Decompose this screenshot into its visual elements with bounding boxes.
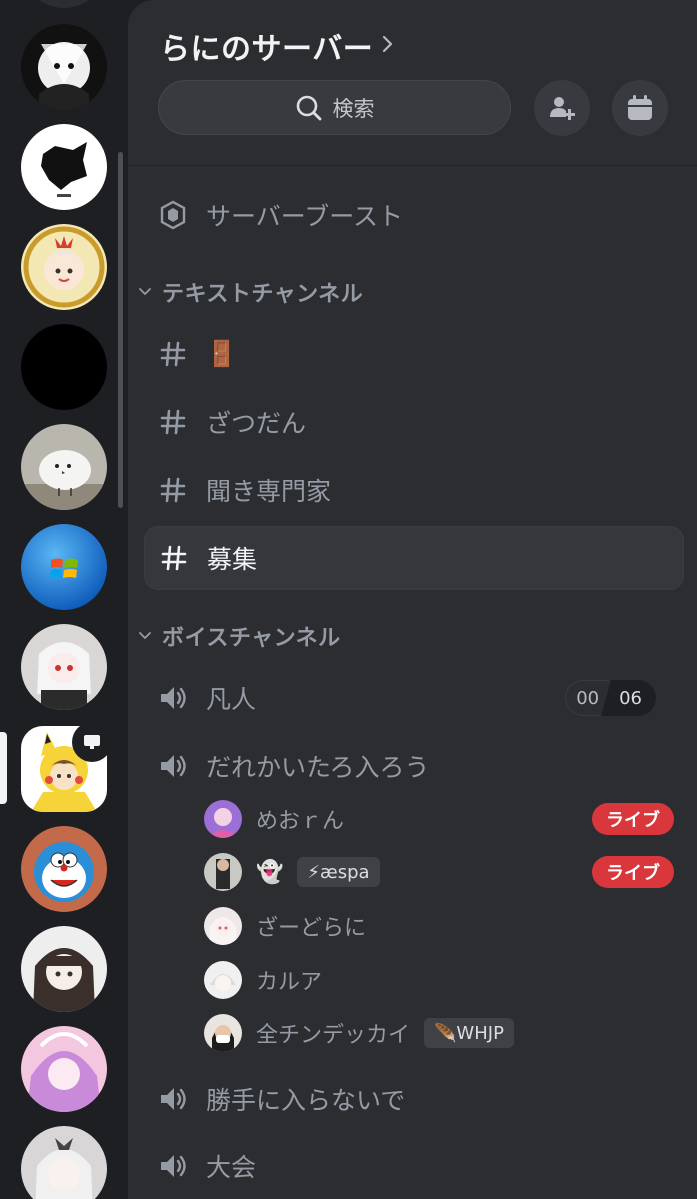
channel-label: 募集 (207, 545, 258, 574)
channel-label: 凡人 (206, 685, 257, 714)
live-badge: ライブ (592, 803, 674, 835)
voice-user-name: カルア (256, 970, 323, 995)
clan-tag: 🪶WHJP (424, 1018, 514, 1048)
channel-door[interactable]: 🚪 (144, 322, 684, 386)
rail-scrollbar[interactable] (118, 152, 123, 508)
channel-zatsudan[interactable]: ざつだん (144, 390, 684, 454)
channel-listeners[interactable]: 聞き専門家 (144, 458, 684, 522)
chevron-right-icon[interactable] (378, 32, 398, 56)
server-icon[interactable] (21, 826, 107, 912)
server-icon[interactable] (21, 926, 107, 1012)
user-limit-badge: 00 06 (565, 680, 656, 716)
server-icon[interactable] (21, 124, 107, 210)
voice-user-name: めおｒん (256, 809, 345, 834)
category-label: ボイスチャンネル (162, 626, 341, 651)
voice-user-name: 👻 (256, 859, 284, 885)
boost-gem-icon (160, 200, 186, 230)
voice-user-name: ざーどらに (256, 916, 367, 941)
user-count: 00 (565, 680, 610, 716)
voice-channel-taikai[interactable]: 大会 (144, 1134, 684, 1198)
chevron-down-icon (139, 288, 151, 296)
speaker-icon (161, 1088, 186, 1110)
voice-channel-bonjin[interactable]: 凡人 00 06 (144, 666, 684, 730)
channel-label: 勝手に入らないで (206, 1086, 406, 1115)
voice-user[interactable]: めおｒん ライブ (204, 797, 674, 841)
voice-user[interactable]: ざーどらに (204, 904, 674, 948)
live-stream-badge (72, 722, 112, 762)
channel-label: だれかいたろ入ろう (206, 753, 430, 782)
calendar-icon (628, 95, 652, 120)
voice-user[interactable]: 全チンデッカイ 🪶WHJP (204, 1011, 674, 1055)
events-button[interactable] (612, 80, 668, 136)
avatar (204, 800, 242, 838)
server-icon[interactable] (21, 0, 107, 8)
hashtag-icon (158, 407, 188, 437)
user-limit: 06 (601, 680, 656, 716)
search-icon (296, 95, 321, 120)
server-rail (0, 0, 128, 1199)
avatar (204, 907, 242, 945)
server-icon[interactable] (21, 324, 107, 410)
server-icon[interactable] (21, 524, 107, 610)
chevron-down-icon (139, 632, 151, 640)
search-button[interactable]: 検索 (158, 80, 511, 135)
channel-panel: らにのサーバー 検索 サーバーブースト テキストチャンネル 🚪 ざつだん 聞き専… (128, 0, 697, 1199)
channel-label: 大会 (206, 1153, 257, 1182)
hashtag-icon (159, 543, 189, 573)
server-name[interactable]: らにのサーバー (160, 24, 373, 68)
server-boost-label: サーバーブースト (206, 202, 404, 231)
live-badge: ライブ (592, 856, 674, 888)
channel-label: ざつだん (206, 409, 307, 438)
hashtag-icon (158, 339, 188, 369)
server-icon[interactable] (21, 1126, 107, 1199)
avatar (204, 853, 242, 891)
avatar (204, 961, 242, 999)
voice-channel-katte[interactable]: 勝手に入らないで (144, 1067, 684, 1131)
channel-label: 🚪 (206, 339, 238, 368)
server-header: らにのサーバー 検索 (128, 0, 697, 166)
server-icon[interactable] (21, 1026, 107, 1112)
server-icon[interactable] (21, 24, 107, 110)
hashtag-icon (158, 475, 188, 505)
category-text-channels[interactable]: テキストチャンネル (138, 274, 363, 310)
voice-channel-dareka[interactable]: だれかいたろ入ろう (144, 734, 684, 798)
voice-user[interactable]: カルア (204, 958, 674, 1002)
selected-server-indicator (0, 732, 7, 804)
speaker-icon (161, 755, 186, 777)
channel-recruitment-selected[interactable]: 募集 (144, 526, 684, 590)
avatar (204, 1014, 242, 1052)
category-voice-channels[interactable]: ボイスチャンネル (138, 618, 341, 654)
speaker-icon (161, 687, 186, 709)
invite-button[interactable] (534, 80, 590, 136)
voice-user-name: 全チンデッカイ (256, 1023, 411, 1048)
channel-label: 聞き専門家 (206, 477, 332, 506)
add-member-icon (550, 97, 575, 120)
server-icon[interactable] (21, 424, 107, 510)
server-boost-row[interactable]: サーバーブースト (160, 192, 403, 238)
monitor-icon (77, 727, 107, 757)
server-icon[interactable] (21, 224, 107, 310)
server-icon[interactable] (21, 624, 107, 710)
speaker-icon (161, 1155, 186, 1177)
category-label: テキストチャンネル (162, 282, 364, 307)
search-label: 検索 (332, 96, 375, 121)
clan-tag: ⚡æspa (297, 857, 380, 887)
voice-user[interactable]: 👻 ⚡æspa ライブ (204, 850, 674, 894)
